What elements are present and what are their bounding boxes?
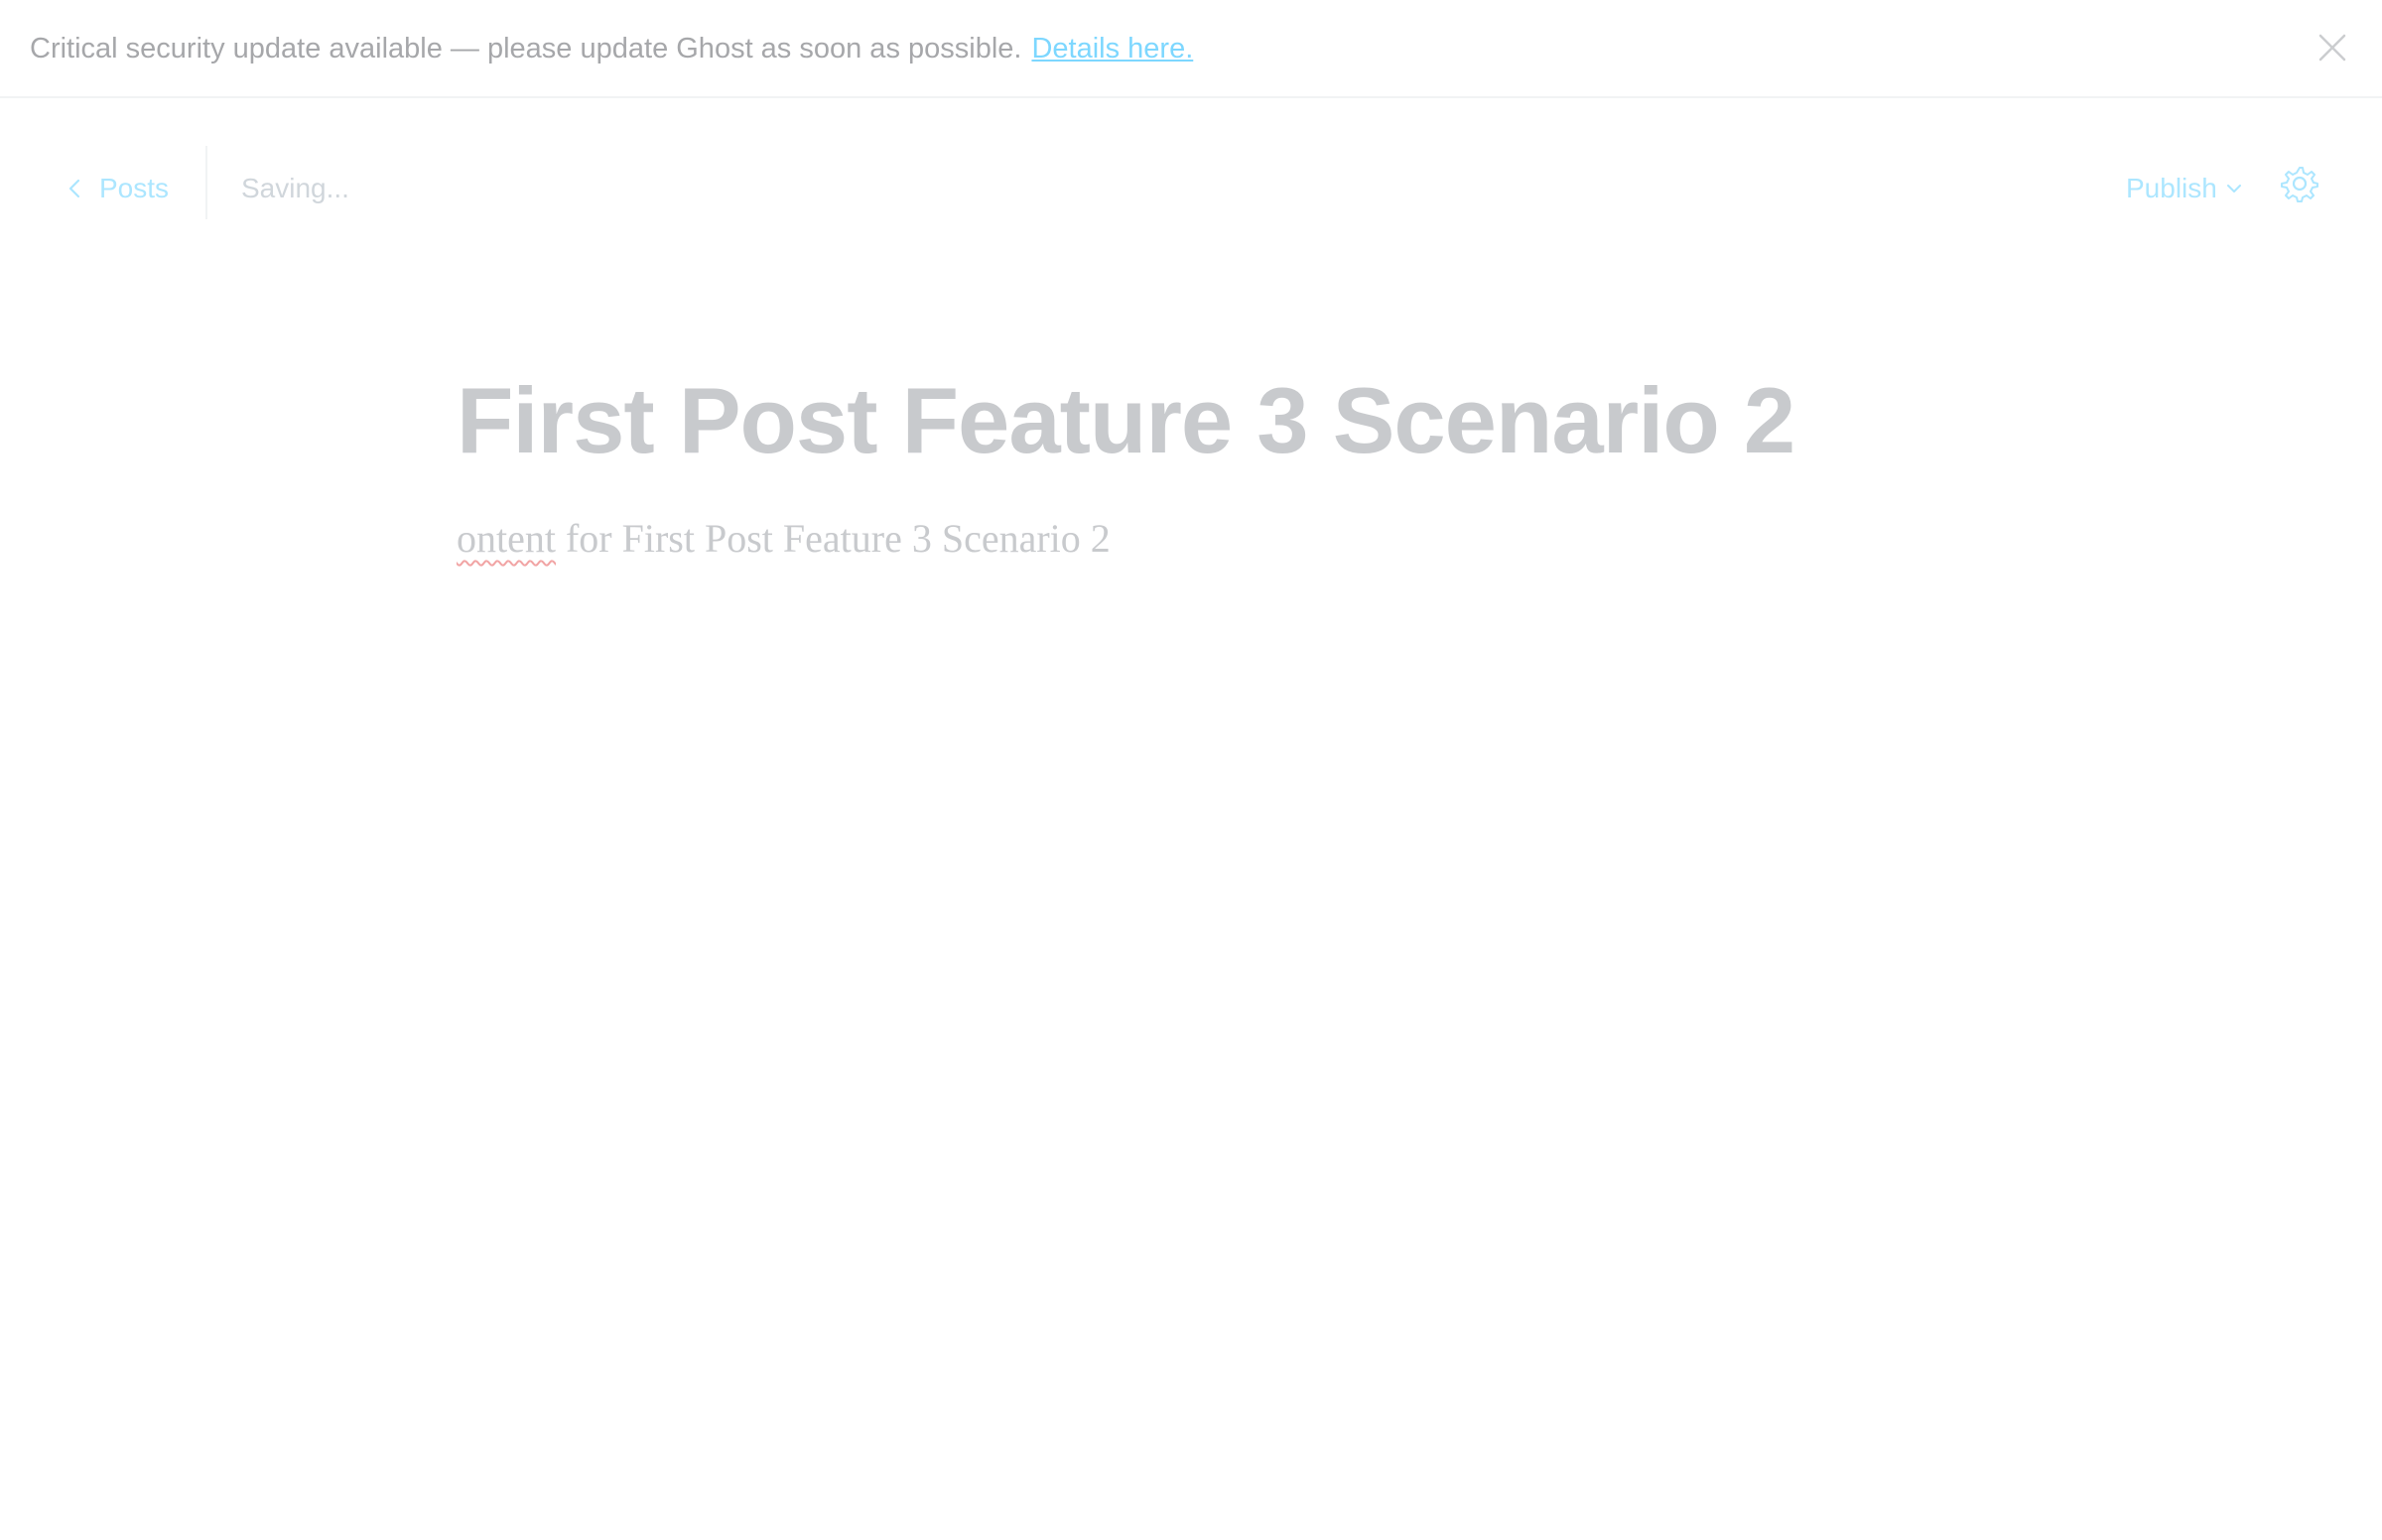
- post-body-text: for First Post Feature 3 Scenario 2: [555, 516, 1111, 561]
- publish-label: Publish: [2126, 173, 2217, 203]
- back-label: Posts: [99, 173, 170, 203]
- back-to-posts-link[interactable]: Posts: [64, 167, 169, 210]
- header-divider: [205, 146, 207, 219]
- close-icon[interactable]: [2313, 28, 2352, 67]
- gear-icon[interactable]: [2280, 164, 2319, 203]
- chevron-down-icon: [2226, 185, 2241, 192]
- banner-message: Critical security update available — ple…: [30, 33, 1022, 64]
- security-update-banner: Critical security update available — ple…: [0, 0, 2382, 98]
- editor-header: Posts Saving... Publish: [0, 98, 2382, 267]
- banner-details-link[interactable]: Details here.: [1031, 33, 1193, 64]
- publish-button[interactable]: Publish: [2126, 167, 2243, 210]
- chevron-left-icon: [68, 179, 80, 198]
- misspelled-word: ontent: [457, 516, 556, 561]
- banner-text: Critical security update available — ple…: [30, 30, 1193, 67]
- post-body-editor[interactable]: ontent for First Post Feature 3 Scenario…: [457, 511, 1945, 567]
- save-status: Saving...: [241, 173, 349, 203]
- post-title-input[interactable]: First Post Feature 3 Scenario 2: [457, 365, 1945, 476]
